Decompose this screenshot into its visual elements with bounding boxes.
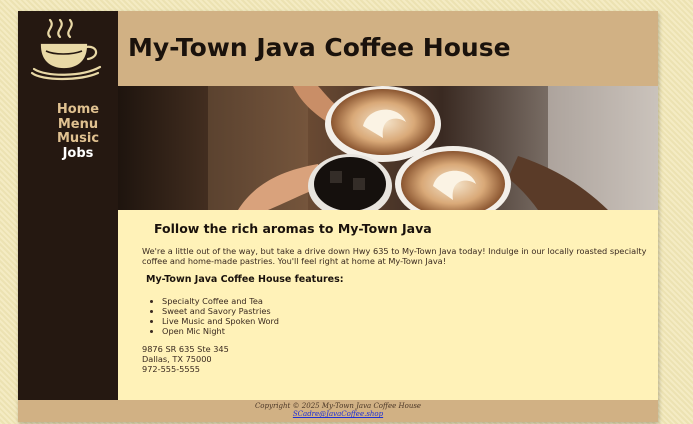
coffee-cups-photo: [118, 86, 658, 210]
steaming-coffee-cup-icon: [30, 18, 102, 81]
footer: Copyright © 2025 My-Town Java Coffee Hou…: [18, 400, 658, 422]
list-item: Open Mic Night: [162, 326, 279, 336]
contact-address: 9876 SR 635 Ste 345 Dallas, TX 75000 972…: [142, 344, 229, 374]
address-street: 9876 SR 635 Ste 345: [142, 344, 229, 354]
features-heading: My-Town Java Coffee House features:: [146, 274, 344, 285]
main-content: Follow the rich aromas to My-Town Java W…: [118, 210, 658, 400]
features-list: Specialty Coffee and Tea Sweet and Savor…: [146, 296, 279, 336]
hero-image: [118, 86, 658, 210]
intro-text: We're a little out of the way, but take …: [142, 246, 647, 266]
list-item: Specialty Coffee and Tea: [162, 296, 279, 306]
sidebar: Home Menu Music Jobs: [18, 11, 118, 400]
address-city: Dallas, TX 75000: [142, 354, 212, 364]
site-title: My-Town Java Coffee House: [128, 33, 511, 62]
main-heading: Follow the rich aromas to My-Town Java: [154, 221, 432, 236]
phone-number: 972-555-5555: [142, 364, 201, 374]
list-item: Sweet and Savory Pastries: [162, 306, 279, 316]
page-wrapper: Home Menu Music Jobs My-Town Java Coffee…: [18, 11, 658, 422]
email-link[interactable]: SCadre@JavaCoffee.shop: [18, 410, 658, 418]
list-item: Live Music and Spoken Word: [162, 316, 279, 326]
copyright-text: Copyright © 2025 My-Town Java Coffee Hou…: [254, 402, 422, 410]
header: My-Town Java Coffee House: [118, 11, 658, 86]
